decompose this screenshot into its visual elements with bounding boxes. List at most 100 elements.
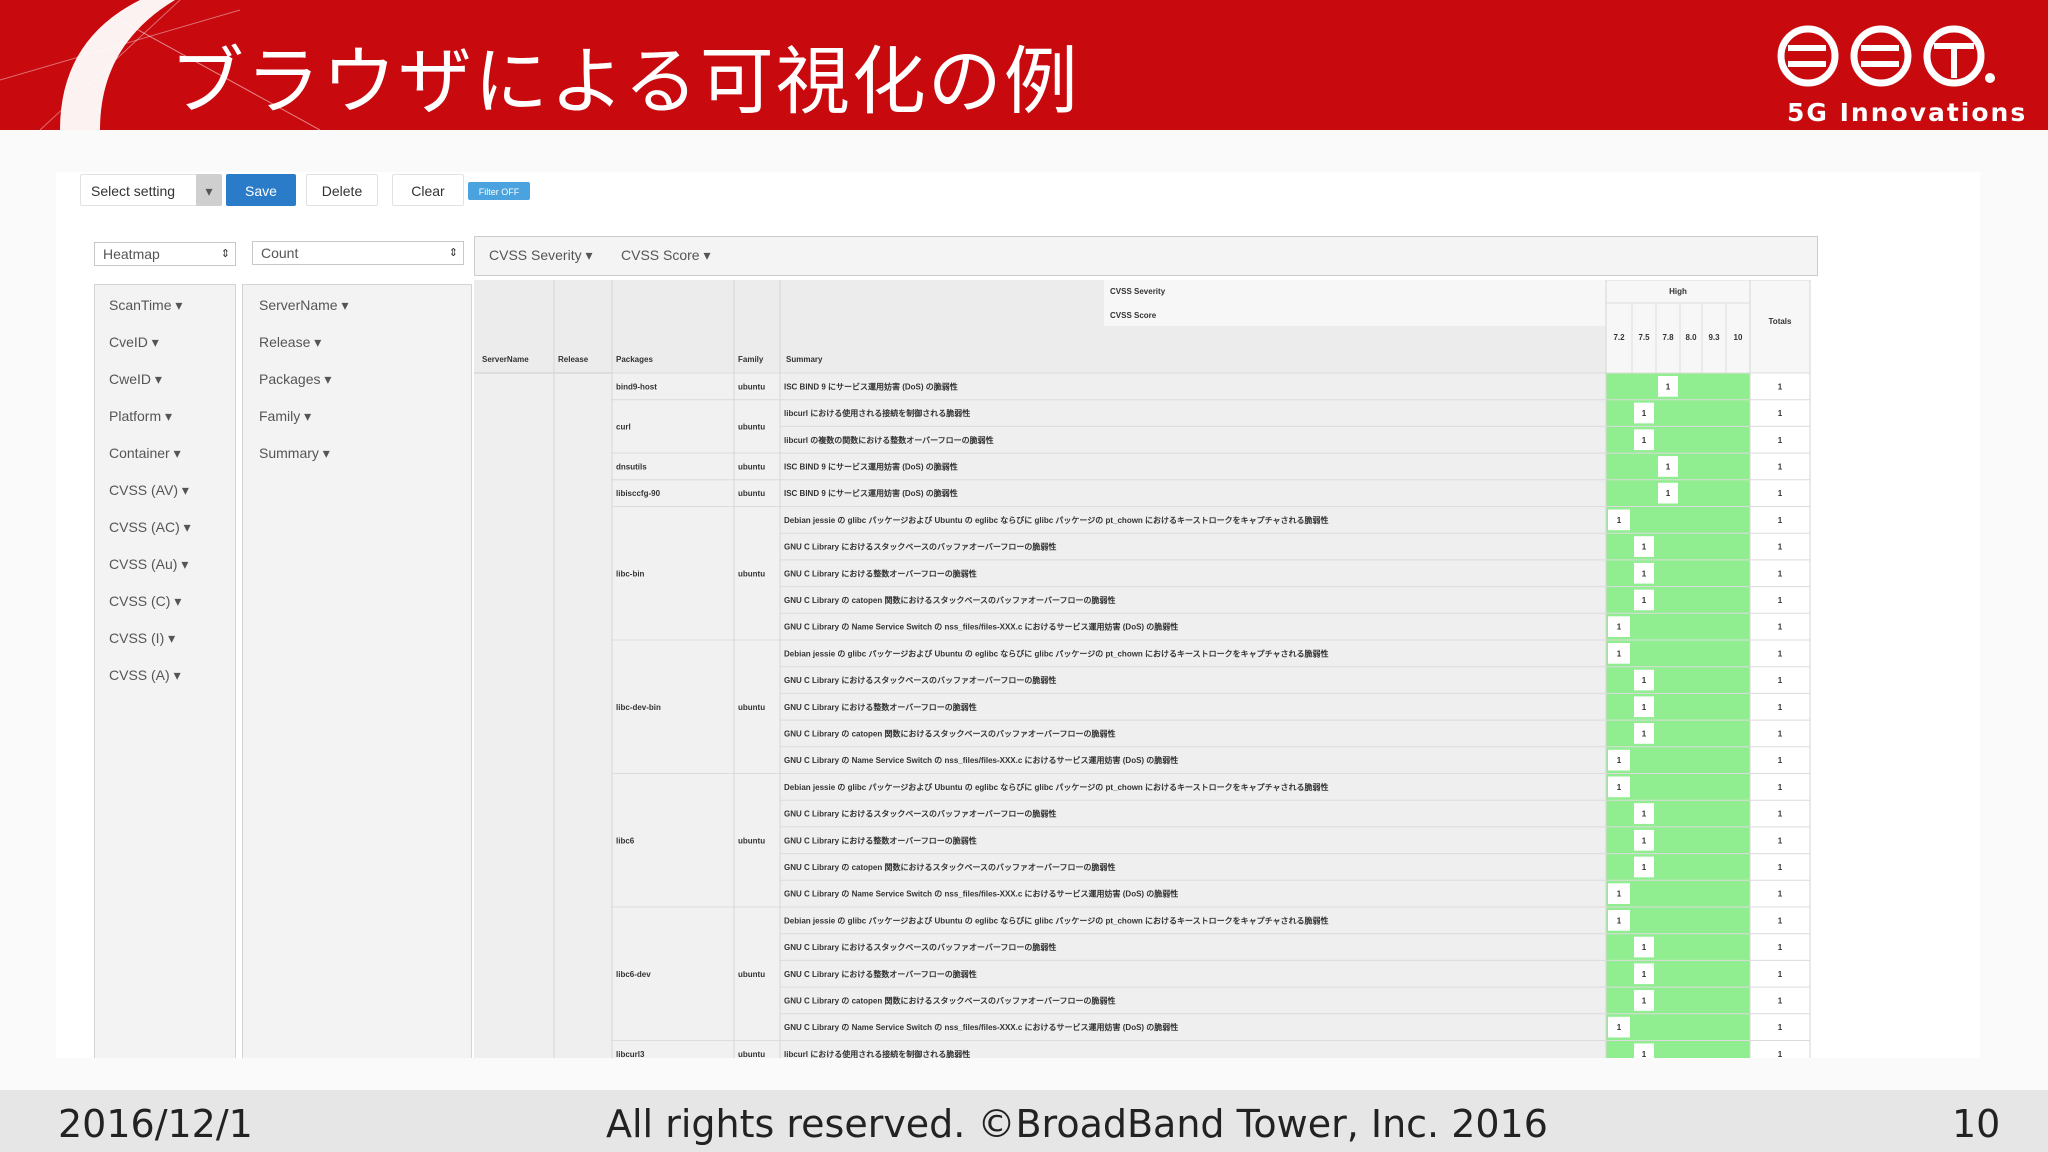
- row-total-value: 1: [1778, 543, 1783, 552]
- summary-cell: libcurl における使用される接続を制御される脆弱性: [784, 408, 970, 418]
- row-total-value: 1: [1778, 623, 1783, 632]
- totals-header-cell: [1749, 280, 1811, 374]
- summary-cell: ISC BIND 9 にサービス運用妨害 (DoS) の脆弱性: [784, 488, 958, 498]
- summary-cell: GNU C Library の Name Service Switch の ns…: [784, 889, 1178, 899]
- heat-cell-value: 1: [1642, 836, 1647, 845]
- aggregator-select[interactable]: Count ⇕: [252, 241, 464, 265]
- heat-cell-value: 1: [1642, 543, 1647, 552]
- footer-date: 2016/12/1: [58, 1102, 253, 1146]
- attribute-pill[interactable]: Packages ▾: [259, 371, 331, 388]
- column-attribute-pill[interactable]: CVSS Severity ▾: [489, 247, 593, 264]
- heat-cell-value: 1: [1617, 649, 1622, 658]
- heat-cell-value: 1: [1642, 409, 1647, 418]
- row-total-value: 1: [1778, 676, 1783, 685]
- row-total-value: 1: [1778, 970, 1783, 979]
- row-total-value: 1: [1778, 863, 1783, 872]
- family-label: ubuntu: [738, 703, 765, 712]
- summary-cell: GNU C Library におけるスタックベースのバッファオーバーフローの脆弱…: [784, 542, 1056, 552]
- heat-cell-value: 1: [1642, 569, 1647, 578]
- attribute-pill[interactable]: CVSS (AV) ▾: [109, 482, 189, 499]
- package-label: libc6-dev: [616, 970, 651, 979]
- select-setting-dropdown[interactable]: Select setting: [80, 174, 210, 206]
- attribute-pill[interactable]: CweID ▾: [109, 371, 162, 388]
- row-total-value: 1: [1778, 1050, 1783, 1058]
- score-header: 7.2: [1613, 333, 1625, 342]
- family-label: ubuntu: [738, 569, 765, 578]
- row-total-value: 1: [1778, 436, 1783, 445]
- row-total-value: 1: [1778, 649, 1783, 658]
- heat-cell-value: 1: [1642, 1050, 1647, 1058]
- column-attribute-pill[interactable]: CVSS Score ▾: [621, 247, 711, 264]
- family-label: ubuntu: [738, 1050, 765, 1058]
- filter-toggle[interactable]: Filter OFF: [468, 182, 530, 200]
- score-header: 10: [1734, 333, 1743, 342]
- column-attribute-label: CVSS Score: [1110, 311, 1157, 320]
- heat-cell-value: 1: [1642, 810, 1647, 819]
- attribute-pill[interactable]: CveID ▾: [109, 334, 159, 351]
- page-number: 10: [1952, 1102, 2001, 1146]
- row-total-value: 1: [1778, 810, 1783, 819]
- family-label: ubuntu: [738, 462, 765, 471]
- attribute-pill[interactable]: Family ▾: [259, 408, 311, 425]
- row-header-label: Summary: [786, 355, 823, 364]
- heat-cell-value: 1: [1642, 943, 1647, 952]
- summary-cell: GNU C Library における整数オーバーフローの脆弱性: [784, 835, 977, 845]
- unused-attributes-panel: ScanTime ▾ CveID ▾ CweID ▾ Platform ▾ Contai…: [94, 284, 236, 1058]
- aggregator-value: Count: [261, 245, 299, 261]
- row-total-value: 1: [1778, 1023, 1783, 1032]
- row-total-value: 1: [1778, 569, 1783, 578]
- attribute-pill[interactable]: Platform ▾: [109, 408, 172, 425]
- row-total-value: 1: [1778, 703, 1783, 712]
- attribute-pill[interactable]: CVSS (I) ▾: [109, 630, 175, 647]
- attribute-pill[interactable]: ServerName ▾: [259, 297, 349, 314]
- attribute-pill[interactable]: CVSS (C) ▾: [109, 593, 181, 610]
- clear-button[interactable]: Clear: [392, 174, 464, 206]
- attribute-pill[interactable]: Release ▾: [259, 334, 321, 351]
- heat-cell-value: 1: [1642, 436, 1647, 445]
- attribute-pill[interactable]: CVSS (AC) ▾: [109, 519, 191, 536]
- attribute-pill[interactable]: Container ▾: [109, 445, 181, 462]
- score-header: 8.0: [1685, 333, 1697, 342]
- footer-copyright: All rights reserved. ©BroadBand Tower, I…: [606, 1102, 1548, 1146]
- heat-cell-value: 1: [1617, 916, 1622, 925]
- save-button[interactable]: Save: [226, 174, 296, 206]
- severity-header: High: [1669, 287, 1687, 296]
- slide-title: ブラウザによる可視化の例: [170, 39, 1080, 125]
- summary-cell: Debian jessie の glibc パッケージおよび Ubuntu の …: [784, 915, 1329, 925]
- summary-cell: Debian jessie の glibc パッケージおよび Ubuntu の …: [784, 782, 1329, 792]
- heat-cell-value: 1: [1642, 676, 1647, 685]
- heat-cell-value: 1: [1666, 382, 1671, 391]
- attribute-pill[interactable]: ScanTime ▾: [109, 297, 182, 314]
- chevron-down-icon[interactable]: ▾: [196, 174, 222, 206]
- heat-cell-value: 1: [1642, 596, 1647, 605]
- summary-cell: GNU C Library の Name Service Switch の ns…: [784, 755, 1178, 765]
- attribute-pill[interactable]: Summary ▾: [259, 445, 330, 462]
- heat-cell-value: 1: [1617, 516, 1622, 525]
- summary-cell: Debian jessie の glibc パッケージおよび Ubuntu の …: [784, 515, 1329, 525]
- select-arrows-icon: ⇕: [220, 248, 230, 260]
- package-label: libc6: [616, 836, 635, 845]
- row-total-value: 1: [1778, 836, 1783, 845]
- row-total-value: 1: [1778, 996, 1783, 1005]
- row-total-value: 1: [1778, 890, 1783, 899]
- summary-cell: GNU C Library におけるスタックベースのバッファオーバーフローの脆弱…: [784, 809, 1056, 819]
- pivot-app-screenshot: Select setting ▾ Save Delete Clear Filte…: [56, 172, 1980, 1058]
- heat-cell-value: 1: [1617, 1023, 1622, 1032]
- heat-cell-value: 1: [1617, 890, 1622, 899]
- slide-header: ブラウザによる可視化の例 5G Innovations: [0, 0, 2048, 130]
- attribute-pill[interactable]: CVSS (A) ▾: [109, 667, 181, 684]
- renderer-select[interactable]: Heatmap ⇕: [94, 242, 236, 266]
- attribute-pill[interactable]: CVSS (Au) ▾: [109, 556, 188, 573]
- summary-cell: libcurl における使用される接続を制御される脆弱性: [784, 1049, 970, 1058]
- row-total-value: 1: [1778, 783, 1783, 792]
- delete-button[interactable]: Delete: [306, 174, 378, 206]
- slide-footer: 2016/12/1 All rights reserved. ©BroadBan…: [0, 1090, 2048, 1152]
- summary-cell: GNU C Library の Name Service Switch の ns…: [784, 1022, 1178, 1032]
- heat-cell-value: 1: [1617, 783, 1622, 792]
- package-label: libc-bin: [616, 569, 645, 578]
- row-total-value: 1: [1778, 916, 1783, 925]
- row-total-value: 1: [1778, 516, 1783, 525]
- summary-cell: ISC BIND 9 にサービス運用妨害 (DoS) の脆弱性: [784, 461, 958, 471]
- row-total-value: 1: [1778, 596, 1783, 605]
- summary-cell: ISC BIND 9 にサービス運用妨害 (DoS) の脆弱性: [784, 381, 958, 391]
